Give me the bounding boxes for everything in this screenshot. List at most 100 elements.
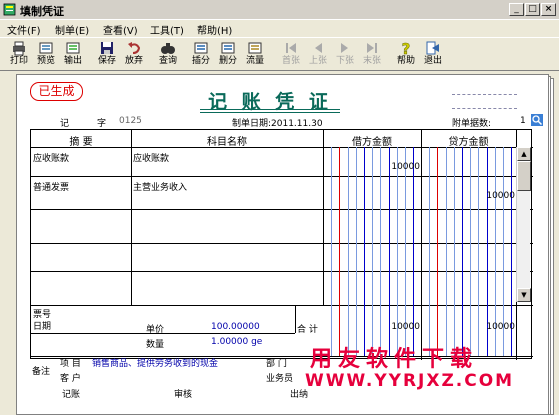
- attachment-label: 附单据数:: [452, 119, 492, 129]
- toolbar-button-export[interactable]: 输出: [62, 39, 84, 69]
- total-divider: [295, 305, 296, 333]
- close-button[interactable]: ×: [541, 3, 556, 16]
- title-underline: [200, 109, 340, 110]
- watermark-text: 用友软件下载: [310, 347, 479, 372]
- toolbar-label: 保存: [97, 56, 116, 66]
- toolbar-label: 预览: [36, 56, 55, 66]
- app-icon: [3, 3, 16, 16]
- account-cell[interactable]: 应收账款: [133, 151, 169, 164]
- project-value[interactable]: 销售商品、提供劳务收到的现金: [92, 356, 218, 369]
- menu-help[interactable]: 帮助(H): [197, 22, 232, 37]
- voucher-type-label[interactable]: 记: [60, 116, 69, 129]
- menu-tools[interactable]: 工具(T): [150, 22, 184, 37]
- column-divider: [323, 130, 324, 305]
- dashed-line: [452, 94, 517, 95]
- toolbar-label: 打印: [9, 56, 28, 66]
- vertical-scrollbar[interactable]: ▲ ▼: [516, 147, 531, 302]
- toolbar-label: 删分: [218, 56, 237, 66]
- column-divider: [131, 130, 132, 305]
- row-divider: [31, 176, 533, 177]
- scroll-thumb[interactable]: [517, 161, 531, 191]
- toolbar-button-insert-row[interactable]: 插分: [190, 39, 212, 69]
- window-title: 填制凭证: [20, 5, 64, 18]
- toolbar-button-delete-row[interactable]: 删分: [217, 39, 239, 69]
- menu-file[interactable]: 文件(F): [7, 22, 41, 37]
- toolbar-button-undo[interactable]: 放弃: [123, 39, 145, 69]
- header-credit: 贷方金额: [448, 137, 489, 148]
- printer-icon: [13, 41, 25, 56]
- prev-icon: [315, 43, 322, 53]
- header-summary: 摘 要: [69, 137, 93, 148]
- qty-label: 数量: [146, 340, 165, 350]
- toolbar-button-printer[interactable]: 打印: [8, 39, 30, 69]
- project-label: 项 目: [60, 359, 81, 369]
- toolbar-button-flow[interactable]: 流量: [244, 39, 266, 69]
- total-debit: 10000: [391, 322, 420, 332]
- toolbar-label: 下张: [335, 56, 354, 66]
- minimize-button[interactable]: _: [509, 3, 524, 16]
- preview-icon: [39, 42, 53, 54]
- save-icon: [101, 42, 113, 54]
- total-label: 合 计: [297, 325, 318, 335]
- toolbar-label: 末张: [362, 56, 381, 66]
- toolbar-button-binoculars[interactable]: 查询: [157, 39, 179, 69]
- help-icon: ?: [401, 40, 410, 56]
- bookkeeper-label: 记账: [62, 390, 81, 400]
- voucher-grid: 摘 要 科目名称 借方金额 贷方金额应收账款 应收账款 10000 普通发票 主营业务收入 10…: [30, 129, 533, 360]
- review-label: 审核: [174, 390, 193, 400]
- toolbar-label: 输出: [63, 56, 82, 66]
- toolbar-label: 帮助: [396, 56, 415, 66]
- header-account: 科目名称: [207, 137, 247, 148]
- watermark-url: WWW.YYRJXZ.COM: [305, 371, 515, 391]
- remark-label: 备注: [32, 367, 51, 377]
- insert-row-icon: [194, 42, 208, 54]
- menu-view[interactable]: 查看(V): [103, 22, 138, 37]
- toolbar-button-exit[interactable]: 退出: [422, 39, 444, 69]
- generated-stamp: 已生成: [30, 82, 83, 101]
- dashed-line: [452, 108, 517, 109]
- next-icon: [341, 43, 348, 53]
- title-bar: [0, 0, 559, 20]
- flow-icon: [248, 42, 262, 54]
- toolbar-button-preview[interactable]: 预览: [35, 39, 57, 69]
- magnifier-icon[interactable]: [531, 114, 543, 126]
- row-divider: [31, 271, 533, 272]
- salesman-label: 业务员: [266, 374, 294, 384]
- customer-label: 客 户: [60, 374, 81, 384]
- toolbar-label: 退出: [423, 56, 442, 66]
- toolbar-label: 查询: [158, 56, 177, 66]
- debit-amount[interactable]: 10000: [323, 162, 420, 172]
- export-icon: [66, 42, 80, 54]
- toolbar-button-next[interactable]: 下张: [334, 39, 356, 69]
- scroll-up-icon[interactable]: ▲: [517, 147, 531, 161]
- department-label: 部 门: [266, 359, 287, 369]
- summary-cell[interactable]: 应收账款: [33, 151, 69, 164]
- summary-cell[interactable]: 普通发票: [33, 180, 69, 193]
- toolbar-label: 插分: [191, 56, 210, 66]
- qty-value[interactable]: 1.00000 ge: [211, 337, 262, 347]
- toolbar-button-first[interactable]: 首张: [280, 39, 302, 69]
- first-icon: [286, 43, 296, 53]
- zi-label: 字: [97, 119, 107, 129]
- toolbar-button-help[interactable]: ? 帮助: [395, 39, 417, 69]
- voucher-date[interactable]: 制单日期:2011.11.30: [232, 116, 323, 129]
- price-value[interactable]: 100.00000: [211, 322, 260, 332]
- attachment-count[interactable]: 1: [520, 116, 526, 126]
- menu-voucher[interactable]: 制单(E): [55, 22, 89, 37]
- toolbar-button-last[interactable]: 末张: [361, 39, 383, 69]
- credit-amount[interactable]: 10000: [421, 191, 515, 201]
- voucher-number[interactable]: 0125: [119, 116, 142, 126]
- total-credit: 10000: [486, 322, 515, 332]
- maximize-button[interactable]: □: [525, 3, 540, 16]
- toolbar-label: 放弃: [124, 56, 143, 66]
- toolbar-button-save[interactable]: 保存: [96, 39, 118, 69]
- toolbar-button-prev[interactable]: 上张: [307, 39, 329, 69]
- last-icon: [367, 43, 377, 53]
- header-debit: 借方金额: [352, 137, 392, 148]
- account-cell[interactable]: 主营业务收入: [133, 180, 187, 193]
- row-divider: [31, 209, 533, 210]
- delete-row-icon: [221, 42, 235, 54]
- scroll-down-icon[interactable]: ▼: [517, 288, 531, 302]
- date-label: 日期: [33, 322, 52, 332]
- toolbar-label: 流量: [245, 56, 264, 66]
